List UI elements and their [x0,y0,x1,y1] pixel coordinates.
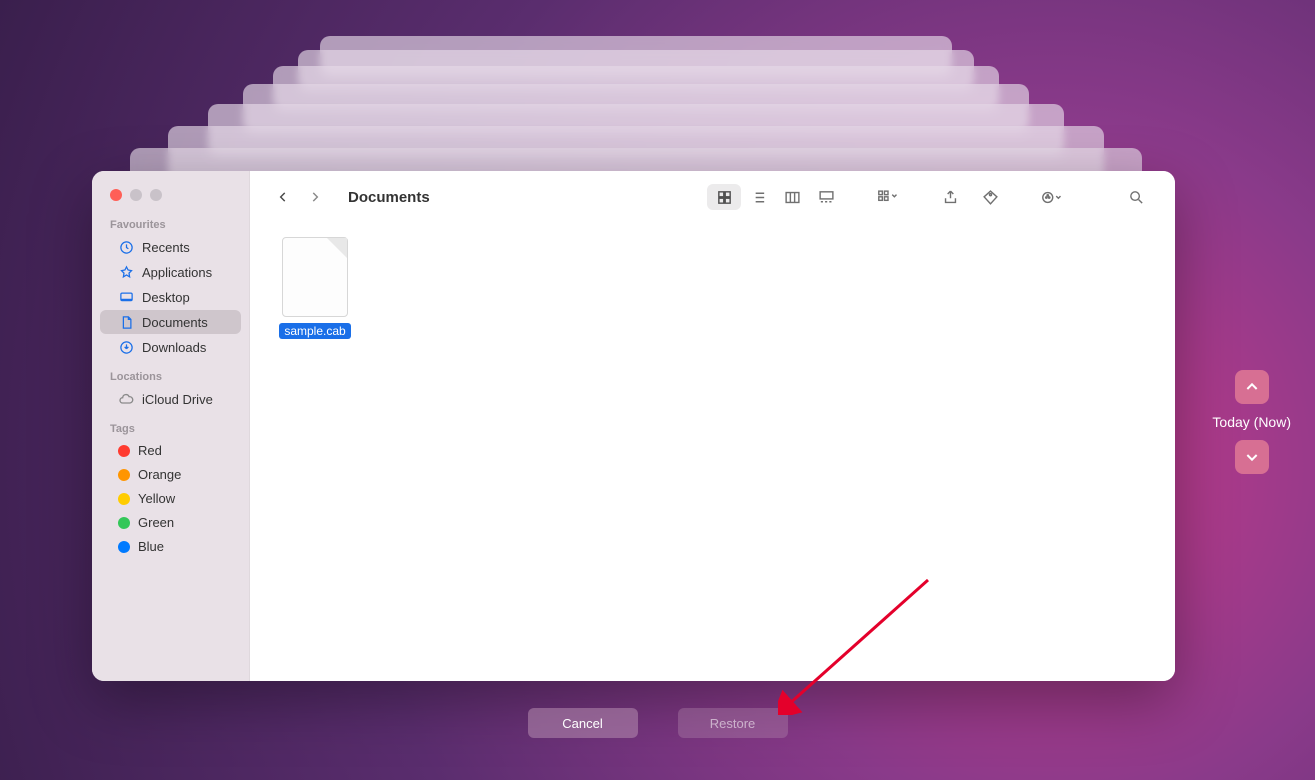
sidebar-tag-red[interactable]: Red [100,439,241,462]
more-actions-button[interactable] [1035,184,1069,210]
view-icon-gallery[interactable] [809,184,843,210]
cancel-button[interactable]: Cancel [528,708,638,738]
sidebar-item-label: Applications [142,265,212,280]
restore-button[interactable]: Restore [678,708,788,738]
forward-button[interactable] [304,186,326,208]
file-name-label: sample.cab [279,323,350,339]
maximize-window-button[interactable] [150,189,162,201]
downloads-icon [118,339,134,355]
timeline-up-button[interactable] [1235,370,1269,404]
file-icon [282,237,348,317]
sidebar-item-downloads[interactable]: Downloads [100,335,241,359]
view-icon-columns[interactable] [775,184,809,210]
finder-window: Favourites Recents Applications Desktop … [92,171,1175,681]
sidebar-item-label: Desktop [142,290,190,305]
sidebar-section-locations: Locations [92,371,249,383]
tag-dot-icon [118,493,130,505]
clock-icon [118,239,134,255]
timemachine-action-buttons: Cancel Restore [0,708,1315,738]
window-controls [92,189,249,201]
sidebar-tag-yellow[interactable]: Yellow [100,487,241,510]
window-title: Documents [348,189,430,206]
finder-content[interactable]: sample.cab [250,223,1175,681]
timeline-label: Today (Now) [1212,414,1291,430]
sidebar-item-icloud-drive[interactable]: iCloud Drive [100,387,241,411]
sidebar-tag-label: Blue [138,539,164,554]
sidebar-tag-orange[interactable]: Orange [100,463,241,486]
sidebar-section-tags: Tags [92,423,249,435]
sidebar-tag-label: Orange [138,467,181,482]
timemachine-timeline-nav: Today (Now) [1212,370,1291,474]
document-icon [118,314,134,330]
tag-dot-icon [118,445,130,457]
sidebar-tag-blue[interactable]: Blue [100,535,241,558]
sidebar-item-desktop[interactable]: Desktop [100,285,241,309]
tags-button[interactable] [973,184,1007,210]
view-icon-grid[interactable] [707,184,741,210]
finder-main: Documents [250,171,1175,681]
share-button[interactable] [933,184,967,210]
sidebar-item-label: Recents [142,240,190,255]
sidebar-item-recents[interactable]: Recents [100,235,241,259]
group-by-button[interactable] [871,184,905,210]
search-button[interactable] [1119,184,1153,210]
cloud-icon [118,391,134,407]
sidebar-tag-label: Red [138,443,162,458]
close-window-button[interactable] [110,189,122,201]
desktop-icon [118,289,134,305]
timeline-down-button[interactable] [1235,440,1269,474]
sidebar-item-documents[interactable]: Documents [100,310,241,334]
sidebar-tag-green[interactable]: Green [100,511,241,534]
sidebar-tag-label: Yellow [138,491,175,506]
sidebar-item-label: Documents [142,315,208,330]
sidebar-item-applications[interactable]: Applications [100,260,241,284]
sidebar-item-label: Downloads [142,340,206,355]
tag-dot-icon [118,517,130,529]
applications-icon [118,264,134,280]
file-item[interactable]: sample.cab [272,237,358,339]
sidebar-item-label: iCloud Drive [142,392,213,407]
back-button[interactable] [272,186,294,208]
tag-dot-icon [118,469,130,481]
view-icon-list[interactable] [741,184,775,210]
sidebar-section-favourites: Favourites [92,219,249,231]
tag-dot-icon [118,541,130,553]
sidebar-tag-label: Green [138,515,174,530]
view-mode-switch [707,184,843,210]
finder-sidebar: Favourites Recents Applications Desktop … [92,171,250,681]
minimize-window-button[interactable] [130,189,142,201]
finder-toolbar: Documents [250,171,1175,223]
